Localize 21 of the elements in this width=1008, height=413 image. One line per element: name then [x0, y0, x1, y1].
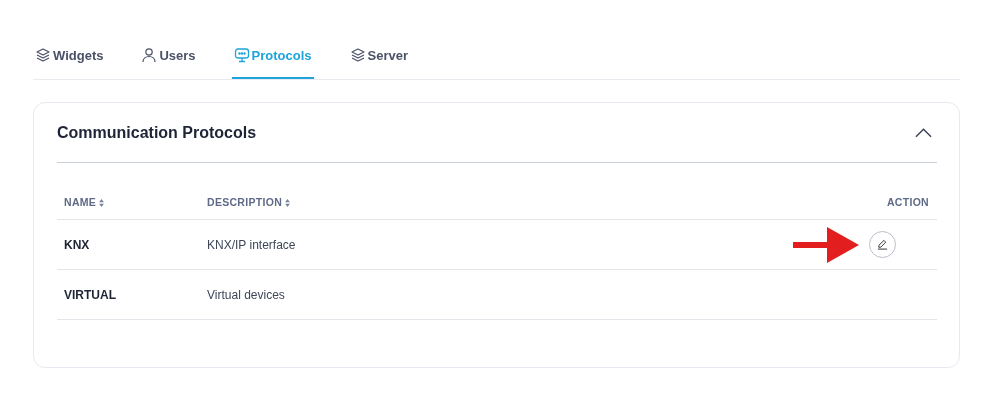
user-icon: [141, 47, 158, 63]
column-header: DESCRIPTION: [207, 196, 283, 209]
column-header: NAME: [64, 196, 97, 209]
tab[interactable]: Widgets: [33, 33, 106, 79]
table-cell: KNX: [64, 237, 90, 252]
table-cell: VIRTUAL: [64, 287, 116, 302]
chevron-icon[interactable]: [915, 127, 932, 138]
layers-icon: [35, 47, 51, 63]
monitor-icon: [233, 47, 250, 63]
pencil-icon: [877, 239, 888, 250]
layers-icon: [349, 47, 366, 63]
sort-icon[interactable]: [285, 198, 291, 207]
table-cell: Virtual devices: [207, 287, 285, 302]
sort-icon[interactable]: [99, 198, 105, 207]
panel-title: Communication Protocols: [57, 123, 257, 142]
arrow-pointer: [793, 226, 859, 263]
tab[interactable]: Users: [139, 33, 198, 79]
tab[interactable]: Server: [347, 33, 411, 79]
column-header: ACTION: [886, 196, 929, 209]
table-cell: KNX/IP interface: [207, 237, 296, 252]
edit-button[interactable]: [869, 231, 896, 258]
